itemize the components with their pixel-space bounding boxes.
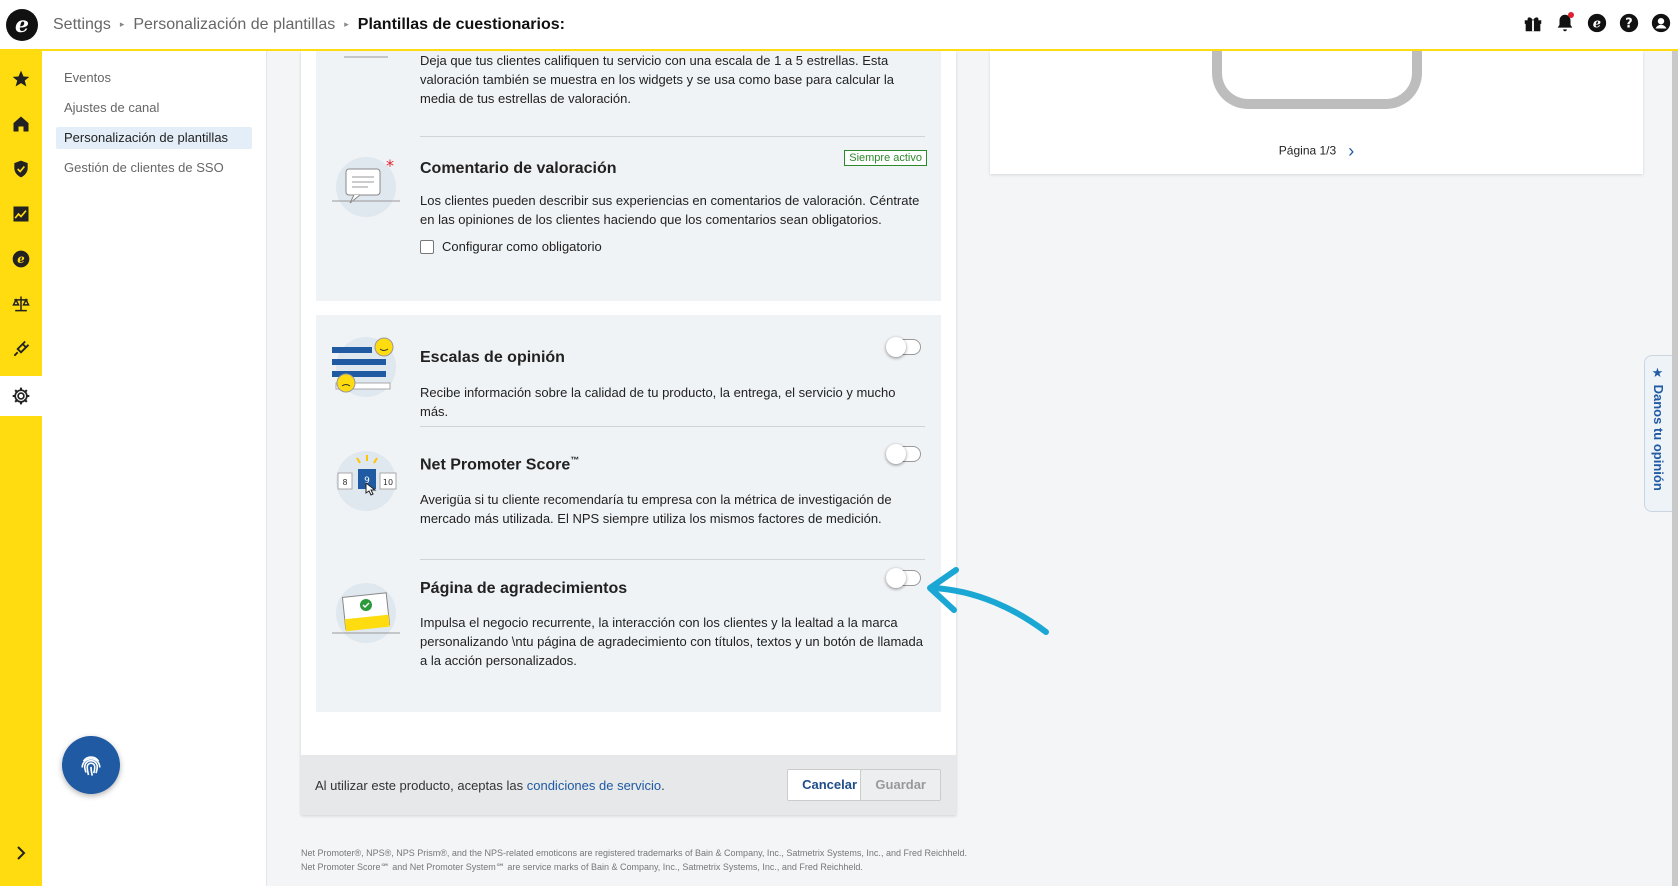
chevron-right-icon: ▸: [119, 19, 125, 29]
breadcrumb: Settings ▸ Personalización de plantillas…: [53, 16, 565, 34]
page-title: Plantillas de cuestionarios:: [357, 15, 565, 33]
terms-text: Al utilizar este producto, aceptas las c…: [315, 778, 665, 793]
balance-icon[interactable]: [0, 284, 42, 324]
terms-of-service-link[interactable]: condiciones de servicio: [527, 778, 661, 793]
terms-prefix: Al utilizar este producto, aceptas las: [315, 777, 527, 793]
main-nav-rail: e: [0, 51, 42, 886]
help-icon[interactable]: ?: [1618, 12, 1640, 34]
chart-icon[interactable]: [0, 194, 42, 234]
expand-nav-chevron-icon[interactable]: [0, 838, 42, 868]
mandatory-checkbox[interactable]: [420, 239, 434, 254]
etrusted-logo[interactable]: e: [6, 8, 38, 41]
thank-you-page-illustration: [330, 577, 402, 649]
questionnaire-template-card: Deja que tus clientes califiquen tu serv…: [301, 17, 956, 815]
shield-icon[interactable]: [0, 149, 42, 189]
thank-you-page-feature: Página de agradecimientos Impulsa el neg…: [420, 580, 925, 670]
mandatory-features-section: Deja que tus clientes califiquen tu serv…: [316, 17, 941, 301]
plug-icon[interactable]: [0, 329, 42, 369]
svg-text:?: ?: [1625, 17, 1632, 32]
nps-feature: Net Promoter Score™ Averigüa si tu clien…: [420, 455, 925, 528]
optional-features-section: Escalas de opinión Recibe información so…: [316, 315, 941, 712]
cancel-button[interactable]: Cancelar: [787, 769, 872, 801]
svg-text:e: e: [17, 252, 24, 266]
mandatory-checkbox-label: Configurar como obligatorio: [442, 239, 602, 254]
subnav-item-channel-settings[interactable]: Ajustes de canal: [56, 97, 252, 119]
pager-label: Página 1/3: [1278, 143, 1337, 158]
star-rating-description: Deja que tus clientes califiquen tu serv…: [420, 53, 895, 106]
annotation-arrow-icon: [927, 567, 1049, 635]
feedback-tab-label: ★ Danos tu opinión: [1651, 366, 1666, 491]
nps-trademark: ™: [570, 455, 580, 465]
comment-title: Comentario de valoración: [420, 160, 617, 177]
nps-illustration: 8 9 10: [330, 445, 402, 517]
chevron-right-icon[interactable]: ›: [1348, 141, 1354, 161]
nps-scale-8: 8: [342, 478, 347, 487]
bell-icon[interactable]: [1554, 12, 1576, 34]
star-rating-feature: Deja que tus clientes califiquen tu serv…: [420, 51, 925, 108]
nps-title: Net Promoter Score™: [420, 455, 925, 474]
divider: [420, 136, 925, 137]
opinion-scales-title: Escalas de opinión: [420, 349, 565, 366]
mandatory-checkbox-row[interactable]: Configurar como obligatorio: [420, 239, 925, 254]
svg-text:e: e: [1593, 17, 1601, 32]
comment-illustration: *: [330, 151, 402, 223]
page-scrollbar[interactable]: [1672, 51, 1678, 886]
nps-scale-10: 10: [383, 478, 393, 487]
template-preview-panel: Página 1/3 ›: [990, 41, 1643, 174]
home-icon[interactable]: [0, 104, 42, 144]
subnav-item-events[interactable]: Eventos: [56, 67, 252, 89]
subnav-item-template-customization[interactable]: Personalización de plantillas: [56, 127, 252, 149]
phone-mockup: [1212, 41, 1422, 109]
star-icon[interactable]: [0, 59, 42, 99]
trademark-disclaimer: Net Promoter®, NPS®, NPS Prism®, and the…: [301, 848, 967, 872]
fingerprint-button[interactable]: [62, 736, 120, 794]
gear-icon[interactable]: [0, 376, 42, 416]
opinion-scales-illustration: [330, 331, 402, 403]
thank-you-page-description: Impulsa el negocio recurrente, la intera…: [420, 615, 924, 668]
settings-subnav: Eventos Ajustes de canal Personalización…: [42, 51, 267, 886]
opinion-scales-description: Recibe información sobre la calidad de t…: [420, 385, 896, 419]
save-button[interactable]: Guardar: [860, 769, 941, 801]
nps-description: Averigüa si tu cliente recomendaría tu e…: [420, 492, 892, 527]
divider: [420, 426, 925, 427]
breadcrumb-settings[interactable]: Settings: [53, 16, 111, 34]
gift-icon[interactable]: [1522, 12, 1544, 34]
etrusted-icon[interactable]: e: [1586, 12, 1608, 34]
top-bar: e Settings ▸ Personalización de plantill…: [0, 0, 1678, 51]
svg-text:*: *: [386, 156, 394, 175]
nps-title-text: Net Promoter Score: [420, 456, 571, 474]
etrusted-icon[interactable]: e: [0, 239, 42, 279]
preview-pager: Página 1/3 ›: [990, 141, 1643, 162]
terms-suffix: .: [661, 777, 665, 793]
comment-description: Los clientes pueden describir sus experi…: [420, 193, 920, 227]
scrollbar-thumb[interactable]: [1672, 51, 1678, 886]
subnav-item-sso-client-management[interactable]: Gestión de clientes de SSO: [56, 157, 252, 179]
opinion-scales-feature: Escalas de opinión Recibe información so…: [420, 349, 925, 421]
account-icon[interactable]: [1650, 12, 1672, 34]
divider: [420, 559, 925, 560]
comment-feature: Comentario de valoración Los clientes pu…: [420, 160, 925, 254]
thank-you-page-title: Página de agradecimientos: [420, 580, 628, 597]
form-footer: Al utilizar este producto, aceptas las c…: [301, 755, 956, 815]
notification-dot: [1568, 12, 1574, 18]
chevron-right-icon: ▸: [344, 19, 349, 29]
breadcrumb-template-customization[interactable]: Personalización de plantillas: [133, 16, 335, 34]
